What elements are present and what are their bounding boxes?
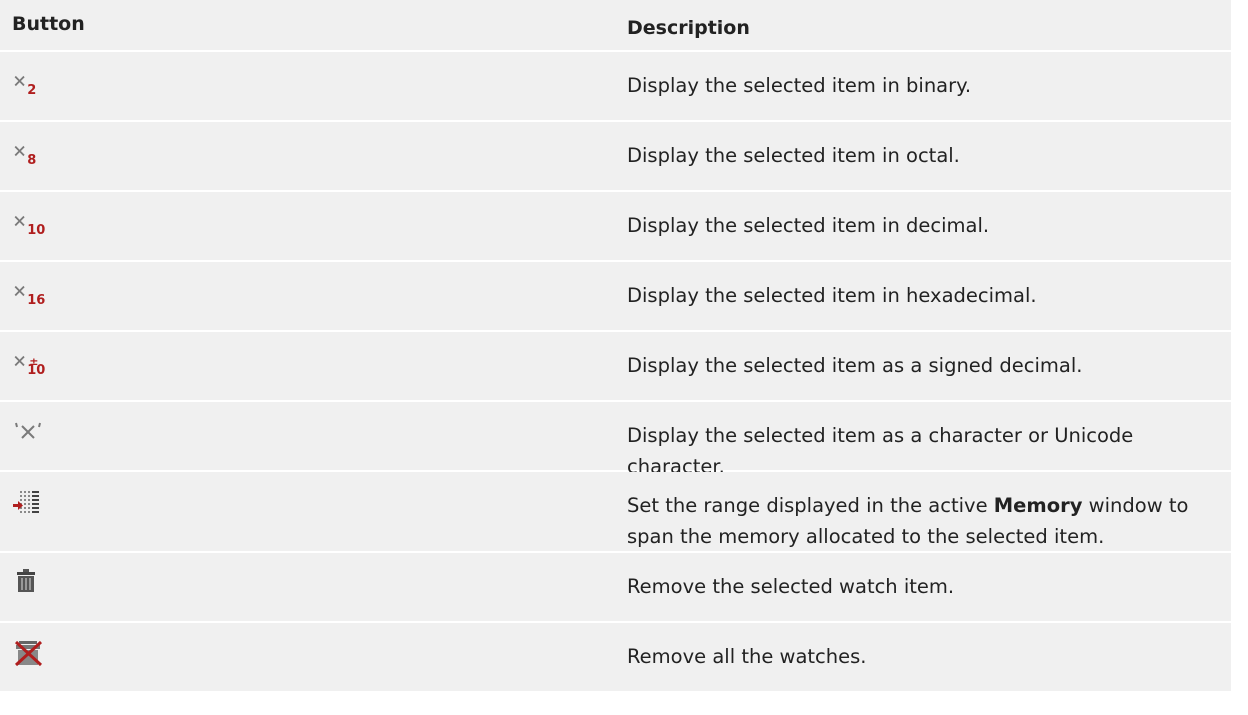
table-row: × ±10 Display the selected item as a sign…: [0, 332, 1231, 402]
remove-all-watches-icon: [13, 639, 45, 671]
row-description: Display the selected item as a signed de…: [627, 354, 1083, 377]
character-icon: [13, 419, 47, 447]
memory-window-label: Memory: [993, 494, 1083, 517]
table-row: Display the selected item as a character…: [0, 402, 1231, 478]
row-description: Remove the selected watch item.: [627, 575, 955, 598]
row-description: Display the selected item in binary.: [627, 74, 972, 97]
header-description: Description: [627, 17, 750, 39]
row-description: Display the selected item in octal.: [627, 144, 960, 167]
row-description: Remove all the watches.: [627, 645, 867, 668]
row-description: Set the range displayed in the active Me…: [627, 494, 1189, 548]
table-header-row: Button Description: [0, 0, 1231, 52]
row-description: Display the selected item in decimal.: [627, 214, 990, 237]
trash-icon: [17, 569, 37, 597]
hex-x16-icon: ×16: [13, 279, 46, 308]
memory-range-icon: [13, 490, 39, 520]
binary-x2-icon: ×2: [13, 69, 37, 98]
decimal-x10-icon: ×10: [13, 209, 46, 238]
table-row: ×16 Display the selected item in hexadec…: [0, 262, 1231, 332]
table-row: Remove all the watches.: [0, 623, 1231, 693]
table-row: ×8 Display the selected item in octal.: [0, 122, 1231, 192]
table-row: ×2 Display the selected item in binary.: [0, 52, 1231, 122]
octal-x8-icon: ×8: [13, 139, 37, 168]
header-button: Button: [12, 13, 85, 35]
row-description: Display the selected item as a character…: [627, 424, 1134, 478]
row-description: Display the selected item in hexadecimal…: [627, 284, 1037, 307]
table-row: ×10 Display the selected item in decimal…: [0, 192, 1231, 262]
table-row: Remove the selected watch item.: [0, 553, 1231, 623]
watch-buttons-table: Button Description ×2 Display the select…: [0, 0, 1231, 693]
signed-decimal-icon: × ±10: [13, 349, 46, 378]
table-row: Set the range displayed in the active Me…: [0, 472, 1231, 553]
